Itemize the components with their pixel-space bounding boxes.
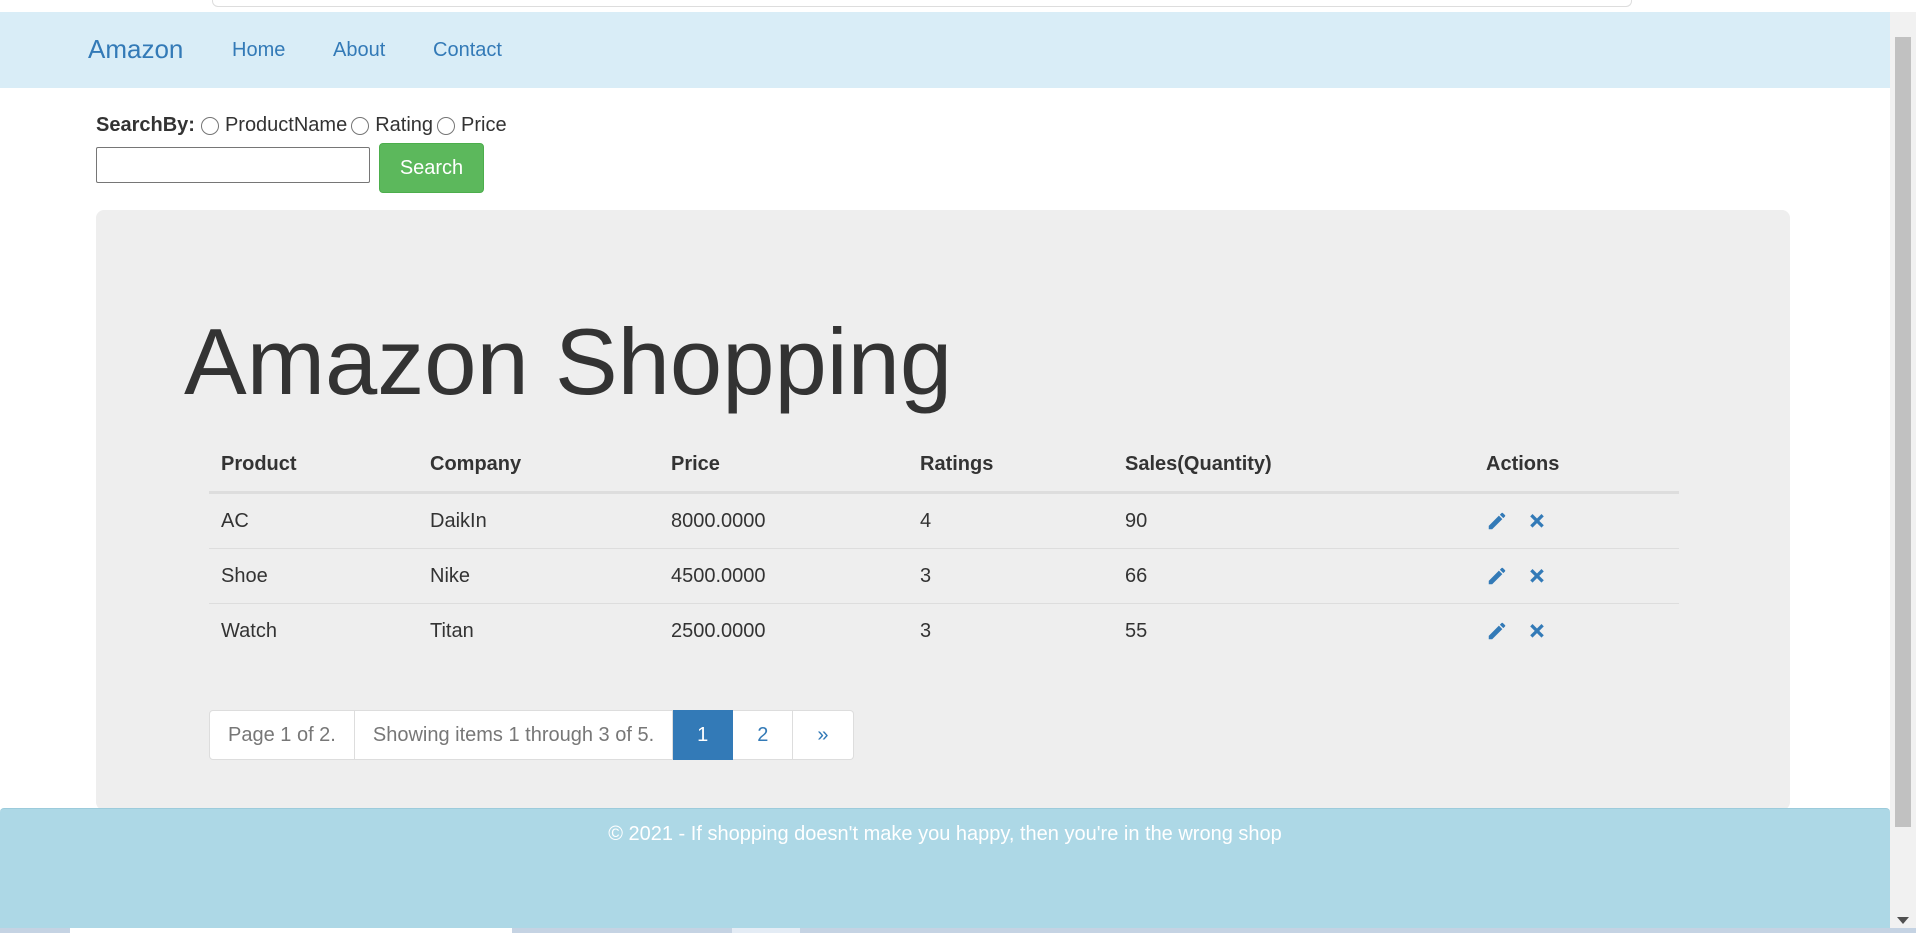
taskbar-tab[interactable] bbox=[70, 928, 512, 933]
scrollbar-thumb[interactable] bbox=[1895, 37, 1911, 827]
jumbotron: Amazon Shopping Product Company Price Ra… bbox=[96, 210, 1790, 810]
page-button-1[interactable]: 1 bbox=[673, 710, 734, 760]
search-by-row: SearchBy: ProductName Rating Price bbox=[96, 114, 511, 137]
page: Amazon Home About Contact SearchBy: Prod… bbox=[0, 0, 1916, 933]
taskbar-tab-secondary[interactable] bbox=[732, 928, 800, 933]
pencil-icon[interactable] bbox=[1486, 565, 1508, 587]
x-icon[interactable] bbox=[1526, 565, 1548, 587]
scroll-down-arrow-icon[interactable] bbox=[1897, 917, 1909, 924]
radio-productname[interactable] bbox=[200, 116, 219, 135]
taskbar-strip bbox=[0, 928, 1916, 933]
search-input[interactable] bbox=[96, 147, 370, 183]
radio-label-rating: Rating bbox=[375, 114, 434, 136]
cell-product: Watch bbox=[221, 619, 277, 642]
products-table: Product Company Price Ratings Sales(Quan… bbox=[209, 438, 1679, 658]
cell-sales: 90 bbox=[1113, 492, 1474, 549]
x-icon[interactable] bbox=[1526, 620, 1548, 642]
x-icon[interactable] bbox=[1526, 510, 1548, 532]
header-ratings: Ratings bbox=[908, 438, 1113, 494]
address-bar-edge bbox=[212, 0, 1632, 7]
navbar-brand[interactable]: Amazon bbox=[88, 34, 183, 65]
footer: © 2021 - If shopping doesn't make you ha… bbox=[0, 808, 1890, 929]
radio-rating[interactable] bbox=[351, 116, 370, 135]
cell-company: DaikIn bbox=[418, 492, 659, 549]
table-header-row: Product Company Price Ratings Sales(Quan… bbox=[209, 438, 1679, 494]
pagination: Page 1 of 2. Showing items 1 through 3 o… bbox=[209, 710, 854, 760]
items-info: Showing items 1 through 3 of 5. bbox=[354, 710, 674, 760]
header-product: Product bbox=[209, 438, 418, 494]
page-title: Amazon Shopping bbox=[184, 309, 953, 414]
navbar: Amazon Home About Contact bbox=[0, 12, 1890, 88]
page-button-2[interactable]: 2 bbox=[733, 710, 794, 760]
cell-ratings: 3 bbox=[908, 548, 1113, 604]
radio-price[interactable] bbox=[437, 116, 456, 135]
nav-link-about[interactable]: About bbox=[333, 39, 385, 62]
header-actions: Actions bbox=[1474, 438, 1679, 494]
nav-link-home[interactable]: Home bbox=[232, 39, 285, 62]
header-price: Price bbox=[659, 438, 908, 494]
cell-actions bbox=[1474, 492, 1679, 549]
radio-option-price[interactable]: Price bbox=[437, 114, 507, 137]
radio-label-productname: ProductName bbox=[224, 114, 348, 136]
cell-ratings: 4 bbox=[908, 492, 1113, 549]
cell-actions bbox=[1474, 604, 1679, 659]
page-info: Page 1 of 2. bbox=[209, 710, 355, 760]
cell-company: Nike bbox=[418, 548, 659, 604]
pencil-icon[interactable] bbox=[1486, 620, 1508, 642]
header-sales: Sales(Quantity) bbox=[1113, 438, 1474, 494]
cell-product: Shoe bbox=[209, 548, 418, 604]
vertical-scrollbar[interactable] bbox=[1890, 12, 1916, 928]
radio-option-rating[interactable]: Rating bbox=[351, 114, 433, 137]
search-button[interactable]: Search bbox=[379, 143, 484, 193]
table-row: AC DaikIn 8000.0000 4 90 bbox=[209, 492, 1679, 549]
radio-label-price: Price bbox=[461, 114, 507, 136]
search-by-label: SearchBy: bbox=[96, 114, 195, 136]
cell-price: 8000.0000 bbox=[659, 492, 908, 549]
header-company: Company bbox=[418, 438, 659, 494]
footer-text: © 2021 - If shopping doesn't make you ha… bbox=[608, 823, 1282, 845]
cell-ratings: 3 bbox=[920, 619, 932, 642]
next-page-button[interactable]: » bbox=[793, 710, 854, 760]
cell-sales: 66 bbox=[1113, 548, 1474, 604]
cell-product: AC bbox=[209, 492, 418, 549]
nav-link-contact[interactable]: Contact bbox=[433, 39, 502, 62]
pencil-icon[interactable] bbox=[1486, 510, 1508, 532]
cell-actions bbox=[1474, 548, 1679, 604]
cell-company: Titan bbox=[430, 619, 474, 642]
radio-option-productname[interactable]: ProductName bbox=[200, 114, 348, 137]
cell-sales: 55 bbox=[1125, 619, 1148, 642]
cell-price: 4500.0000 bbox=[659, 548, 908, 604]
table-row: Watch Titan 2500.0000 3 55 bbox=[209, 604, 1679, 659]
cell-price: 2500.0000 bbox=[671, 619, 766, 642]
table-row: Shoe Nike 4500.0000 3 66 bbox=[209, 548, 1679, 604]
